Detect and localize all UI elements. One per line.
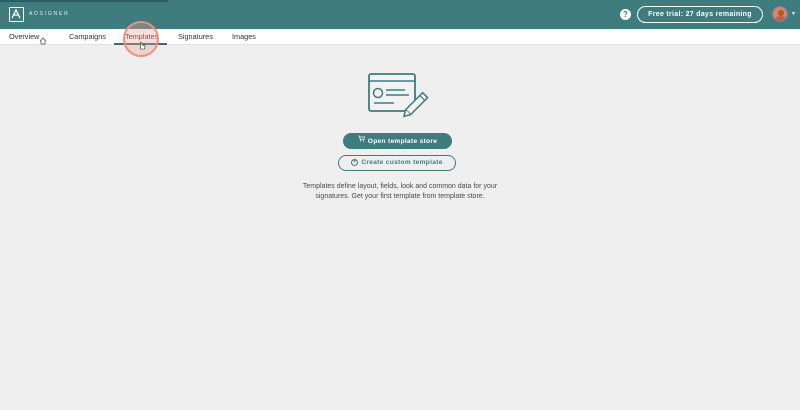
chevron-down-icon[interactable]: ▼: [791, 11, 796, 17]
empty-state-description: Templates define layout, fields, look an…: [302, 183, 498, 200]
template-pencil-illustration: [367, 72, 435, 127]
nav-item-signatures[interactable]: Signatures: [178, 32, 213, 41]
create-custom-template-label: Create custom template: [361, 159, 443, 166]
plus-circle-icon: +: [351, 158, 359, 166]
top-header: ADSIGNER ? Free trial: 27 days remaining…: [0, 0, 800, 29]
header-accent-strip: [0, 0, 168, 2]
free-trial-button[interactable]: Free trial: 27 days remaining: [637, 6, 763, 23]
open-template-store-button[interactable]: Open template store: [343, 133, 452, 149]
user-avatar[interactable]: [772, 6, 788, 22]
nav-item-images[interactable]: Images: [232, 32, 256, 41]
open-template-store-label: Open template store: [367, 137, 438, 145]
nav-item-overview[interactable]: Overview: [9, 32, 39, 41]
home-icon[interactable]: [39, 32, 47, 50]
logo-text: ADSIGNER: [29, 11, 70, 17]
logo-icon[interactable]: [9, 7, 24, 22]
create-custom-template-button[interactable]: + Create custom template: [338, 155, 456, 171]
question-circle-icon[interactable]: ?: [620, 9, 631, 20]
hand-cursor-icon: [138, 37, 146, 55]
cart-icon: [358, 133, 365, 149]
nav-item-campaigns[interactable]: Campaigns: [69, 32, 106, 41]
